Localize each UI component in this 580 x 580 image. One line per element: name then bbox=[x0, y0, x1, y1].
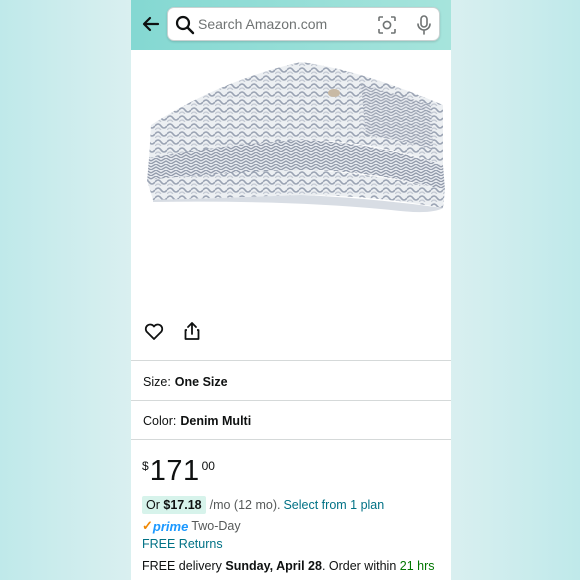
installment-prefix: Or bbox=[146, 498, 160, 512]
delivery-date: Sunday, April 28 bbox=[225, 559, 322, 573]
divider bbox=[131, 400, 451, 401]
product-image[interactable] bbox=[131, 50, 451, 310]
installment-offer: Or $17.18 /mo (12 mo). Select from 1 pla… bbox=[142, 496, 384, 514]
divider bbox=[131, 439, 451, 440]
back-arrow-icon bbox=[142, 16, 160, 32]
back-button[interactable] bbox=[137, 10, 165, 38]
installment-amount: $17.18 bbox=[163, 498, 202, 512]
search-input[interactable] bbox=[198, 12, 368, 36]
product-actions bbox=[143, 320, 203, 344]
prime-logo: prime bbox=[152, 518, 189, 534]
heart-icon[interactable] bbox=[143, 320, 165, 342]
delivery-info: FREE delivery Sunday, April 28. Order wi… bbox=[142, 559, 435, 573]
share-icon[interactable] bbox=[181, 320, 203, 342]
divider bbox=[131, 360, 451, 361]
search-box[interactable] bbox=[167, 7, 440, 41]
microphone-icon[interactable] bbox=[414, 14, 434, 36]
prime-badge: ✓ prime Two-Day bbox=[142, 518, 241, 534]
price-currency: $ bbox=[142, 459, 149, 473]
camera-lens-icon[interactable] bbox=[377, 15, 397, 35]
prime-check-icon: ✓ bbox=[142, 518, 153, 533]
size-label: Size: bbox=[143, 375, 171, 389]
color-selector[interactable]: Color: Denim Multi bbox=[143, 414, 251, 428]
price-fraction: 00 bbox=[201, 459, 215, 473]
color-value: Denim Multi bbox=[180, 414, 252, 428]
header-bar bbox=[131, 0, 451, 50]
price-whole: 171 bbox=[149, 455, 200, 487]
delivery-prefix: FREE delivery bbox=[142, 559, 222, 573]
size-selector[interactable]: Size: One Size bbox=[143, 375, 228, 389]
free-returns-link[interactable]: FREE Returns bbox=[142, 537, 223, 551]
select-plan-link[interactable]: Select from 1 plan bbox=[283, 498, 384, 512]
price: $ 171 00 bbox=[142, 455, 215, 487]
size-value: One Size bbox=[174, 375, 228, 389]
installment-badge: Or $17.18 bbox=[142, 496, 206, 514]
delivery-middle: . Order within bbox=[321, 559, 397, 573]
delivery-countdown: 21 hrs bbox=[399, 559, 435, 573]
search-icon[interactable] bbox=[175, 15, 195, 35]
prime-speed: Two-Day bbox=[191, 519, 241, 533]
installment-terms: /mo (12 mo). bbox=[209, 498, 281, 512]
product-page: Size:One Size Color:Denim Multi $ 171 00… bbox=[131, 0, 451, 580]
color-label: Color: bbox=[143, 414, 177, 428]
